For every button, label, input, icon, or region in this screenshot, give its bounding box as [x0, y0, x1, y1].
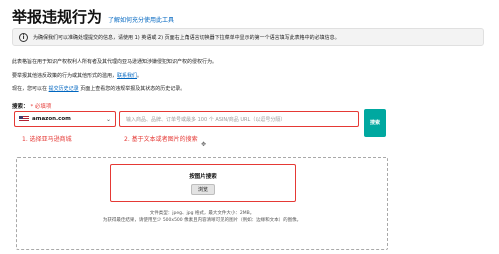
page-title: 举报违规行为	[12, 8, 103, 26]
search-button[interactable]: 搜索	[364, 109, 386, 137]
marketplace-value: amazon.com	[32, 116, 71, 122]
other-violations-text: 要举报其他违反政策的行为或其他形式的滥用，	[12, 73, 118, 79]
other-violations-paragraph: 要举报其他违反政策的行为或其他形式的滥用，联系我们。	[12, 72, 142, 79]
image-search-title: 按图片搜索	[189, 173, 217, 180]
submission-history-link[interactable]: 提交历史记录	[49, 86, 79, 92]
intro-paragraph: 此表格旨在用于知识产权权利人所有者及其代理向亚马逊通知涉嫌侵犯知识产权的侵权行为…	[12, 59, 218, 65]
marketplace-select[interactable]: amazon.com ⌄	[14, 111, 116, 127]
search-input[interactable]: 输入商品、品牌、订单号或最多 100 个 ASIN/商品 URL（以逗号分隔）	[119, 111, 359, 127]
other-violations-suffix: 。	[137, 73, 143, 79]
annotation-select-marketplace: 1. 选择亚马逊商城	[22, 136, 72, 143]
cursor-icon: ✥	[201, 141, 207, 148]
required-marker: * 必填项	[30, 104, 52, 110]
contact-us-link[interactable]: 联系我们	[117, 73, 137, 79]
search-label-text: 搜索：	[12, 104, 29, 110]
us-flag-icon	[19, 116, 29, 122]
chevron-down-icon: ⌄	[105, 115, 111, 123]
info-banner: i 为确保我们可以准确处理提交的信息，请使用 1) 英语或 2) 页面右上角语言…	[12, 28, 484, 46]
image-size-note: 为获得最佳结果，请使用至少 500x500 像素且内容清晰可见的图片（例如：边缘…	[102, 218, 302, 223]
page-header: 举报违规行为 了解如何充分使用此工具	[12, 6, 174, 27]
history-text: 现在，您可以在	[12, 86, 49, 92]
browse-button[interactable]: 浏览	[191, 183, 215, 195]
file-type-note: 文件类型：jpeg、jpg 格式，最大文件大小：2MB。	[149, 211, 255, 216]
history-paragraph: 现在，您可以在 提交历史记录 页面上查看您的违规举报及其状态的历史记录。	[12, 85, 185, 92]
history-suffix: 页面上查看您的违规举报及其状态的历史记录。	[78, 86, 186, 92]
annotation-search-method: 2. 基于文本或者图片的搜索	[124, 136, 198, 143]
info-icon: i	[19, 32, 28, 42]
search-label: 搜索： * 必填项	[12, 102, 51, 110]
help-link[interactable]: 了解如何充分使用此工具	[108, 15, 174, 24]
info-banner-text: 为确保我们可以准确处理提交的信息，请使用 1) 英语或 2) 页面右上角语言切换…	[33, 34, 340, 41]
image-search-box: 按图片搜索 浏览	[110, 164, 296, 202]
